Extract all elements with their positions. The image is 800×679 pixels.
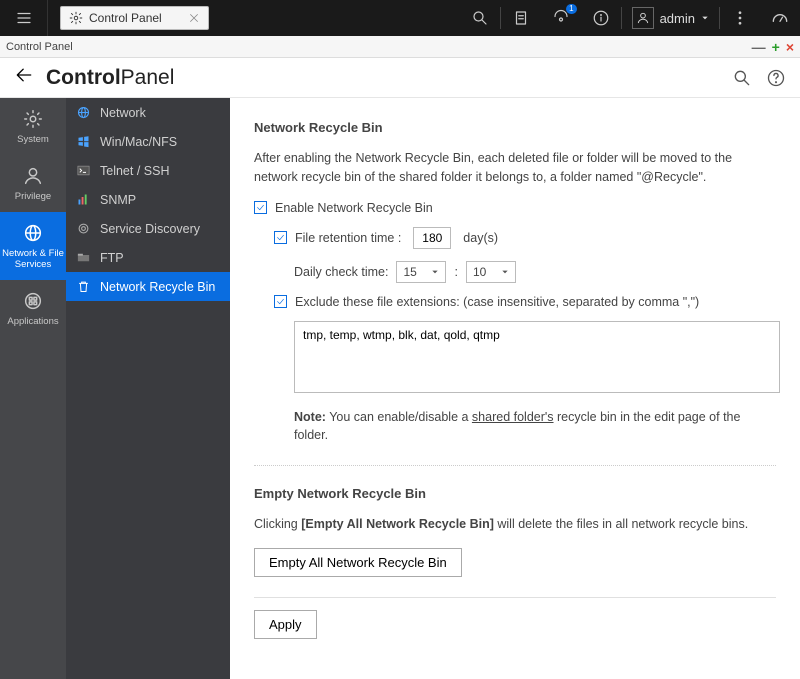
- user-label: admin: [660, 11, 695, 26]
- sidebar-item-snmp[interactable]: SNMP: [66, 185, 230, 214]
- rail-item-system[interactable]: System: [0, 98, 66, 155]
- section-description: After enabling the Network Recycle Bin, …: [254, 149, 776, 187]
- avatar-icon: [632, 7, 654, 29]
- sidebar-item-ftp[interactable]: FTP: [66, 243, 230, 272]
- page-title: ControlPanel: [46, 66, 174, 90]
- file-retention-input[interactable]: [413, 227, 451, 249]
- tasks-button[interactable]: [501, 0, 541, 36]
- chart-icon: [76, 192, 91, 207]
- file-retention-label: File retention time :: [295, 231, 401, 245]
- window-close-button[interactable]: ×: [786, 39, 794, 55]
- section-title-empty: Empty Network Recycle Bin: [254, 486, 776, 501]
- kebab-icon: [731, 9, 749, 27]
- back-button[interactable]: [14, 65, 34, 90]
- exclude-extensions-checkbox[interactable]: [274, 295, 287, 308]
- os-icon: [76, 134, 91, 149]
- window-minimize-button[interactable]: —: [752, 39, 766, 55]
- apps-icon: [22, 290, 44, 312]
- more-button[interactable]: [720, 0, 760, 36]
- tab-label: Control Panel: [89, 11, 162, 25]
- chevron-down-icon: [501, 268, 509, 276]
- tab-close-icon[interactable]: [188, 12, 200, 24]
- clipboard-icon: [512, 9, 530, 27]
- file-retention-checkbox[interactable]: [274, 231, 287, 244]
- exclude-extensions-label: Exclude these file extensions: (case ins…: [295, 295, 699, 309]
- ftp-icon: [76, 250, 91, 265]
- sidebar-item-network-recycle-bin[interactable]: Network Recycle Bin: [66, 272, 230, 301]
- sidebar-item-telnet-ssh[interactable]: Telnet / SSH: [66, 156, 230, 185]
- enable-recycle-bin-checkbox[interactable]: [254, 201, 267, 214]
- trash-icon: [76, 279, 91, 294]
- info-button[interactable]: [581, 0, 621, 36]
- info-icon: [592, 9, 610, 27]
- terminal-icon: [76, 163, 91, 178]
- tab-control-panel[interactable]: Control Panel: [60, 6, 209, 30]
- enable-recycle-bin-label: Enable Network Recycle Bin: [275, 201, 433, 215]
- gear-icon: [22, 108, 44, 130]
- sidebar-item-network[interactable]: Network: [66, 98, 230, 127]
- window-title: Control Panel: [6, 41, 73, 53]
- chevron-down-icon: [431, 268, 439, 276]
- globe-icon: [22, 222, 44, 244]
- search-button[interactable]: [460, 0, 500, 36]
- arrow-left-icon: [14, 65, 34, 85]
- empty-all-button[interactable]: Empty All Network Recycle Bin: [254, 548, 462, 577]
- search-icon: [471, 9, 489, 27]
- radar-icon: [76, 221, 91, 236]
- rail-item-privilege[interactable]: Privilege: [0, 155, 66, 212]
- retention-unit: day(s): [463, 231, 498, 245]
- dashboard-button[interactable]: [760, 0, 800, 36]
- window-maximize-button[interactable]: +: [772, 39, 780, 55]
- divider: [254, 465, 776, 466]
- user-menu[interactable]: admin: [622, 7, 719, 29]
- recycle-bin-note: Note: You can enable/disable a shared fo…: [294, 408, 776, 446]
- main-menu-button[interactable]: [0, 0, 48, 36]
- notifications-button[interactable]: 1: [541, 0, 581, 36]
- exclude-extensions-textarea[interactable]: [294, 321, 780, 393]
- daily-check-hour-select[interactable]: 15: [396, 261, 446, 283]
- gear-icon: [69, 11, 83, 25]
- sidebar-item-service-discovery[interactable]: Service Discovery: [66, 214, 230, 243]
- rail-item-applications[interactable]: Applications: [0, 280, 66, 337]
- search-icon[interactable]: [732, 68, 752, 88]
- globe-icon: [76, 105, 91, 120]
- daily-check-label: Daily check time:: [294, 265, 388, 279]
- chevron-down-icon: [701, 14, 709, 22]
- sidebar-item-win-mac-nfs[interactable]: Win/Mac/NFS: [66, 127, 230, 156]
- notification-badge: 1: [566, 4, 576, 14]
- apply-button[interactable]: Apply: [254, 610, 317, 639]
- empty-description: Clicking [Empty All Network Recycle Bin]…: [254, 515, 776, 534]
- dashboard-icon: [770, 8, 790, 28]
- help-icon[interactable]: [766, 68, 786, 88]
- rail-item-network-file-services[interactable]: Network & File Services: [0, 212, 66, 280]
- user-icon: [22, 165, 44, 187]
- section-title-recycle-bin: Network Recycle Bin: [254, 120, 776, 135]
- daily-check-minute-select[interactable]: 10: [466, 261, 516, 283]
